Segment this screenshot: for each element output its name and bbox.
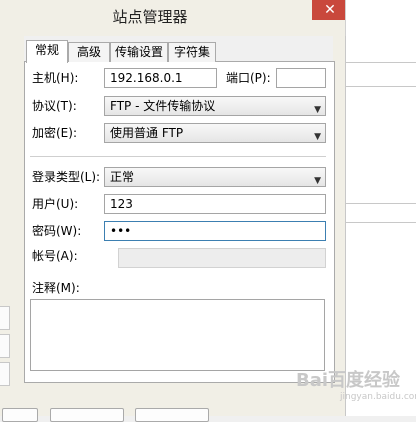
password-input[interactable]: ••• — [104, 221, 326, 241]
encryption-label: 加密(E): — [32, 126, 77, 140]
protocol-select[interactable]: FTP - 文件传输协议 ▼ — [104, 96, 326, 116]
background-divider — [345, 222, 416, 223]
notes-label: 注释(M): — [32, 281, 80, 295]
cancel-button[interactable] — [135, 408, 209, 422]
account-label: 帐号(A): — [32, 249, 78, 263]
ok-button[interactable] — [50, 408, 124, 422]
port-input[interactable] — [276, 68, 326, 88]
background-divider — [345, 203, 416, 204]
chevron-down-icon: ▼ — [314, 132, 321, 142]
host-input[interactable]: 192.168.0.1 — [104, 68, 217, 88]
logon-type-value: 正常 — [110, 170, 135, 184]
logon-type-select[interactable]: 正常 ▼ — [104, 167, 326, 187]
user-input[interactable]: 123 — [104, 194, 326, 214]
encryption-select[interactable]: 使用普通 FTP ▼ — [104, 123, 326, 143]
chevron-down-icon: ▼ — [314, 105, 321, 115]
watermark-url: jingyan.baidu.com — [340, 392, 416, 402]
site-list-button[interactable] — [0, 334, 10, 358]
protocol-label: 协议(T): — [32, 99, 77, 113]
tab-general[interactable]: 常规 — [26, 40, 68, 63]
left-frame — [0, 36, 24, 416]
host-label: 主机(H): — [32, 71, 79, 85]
site-list-button[interactable] — [0, 362, 10, 386]
protocol-value: FTP - 文件传输协议 — [110, 99, 216, 113]
connect-button[interactable] — [2, 408, 38, 422]
watermark-logo: Bai百度经验 — [296, 370, 401, 391]
window-title: 站点管理器 — [112, 8, 188, 26]
tab-transfer-settings[interactable]: 传输设置 — [110, 42, 168, 62]
site-list-button[interactable] — [0, 306, 10, 330]
background-divider — [345, 86, 416, 87]
chevron-down-icon: ▼ — [314, 176, 321, 186]
close-icon: ✕ — [324, 2, 336, 18]
user-label: 用户(U): — [32, 197, 79, 211]
section-divider — [30, 156, 326, 157]
password-label: 密码(W): — [32, 224, 82, 238]
background-divider — [345, 62, 416, 63]
encryption-value: 使用普通 FTP — [110, 126, 184, 140]
notes-textarea[interactable] — [30, 299, 325, 371]
tab-charset[interactable]: 字符集 — [168, 42, 216, 62]
account-input[interactable] — [118, 248, 326, 268]
close-button[interactable]: ✕ — [312, 0, 348, 20]
logon-type-label: 登录类型(L): — [32, 170, 101, 184]
port-label: 端口(P): — [226, 71, 271, 85]
tab-advanced[interactable]: 高级 — [68, 42, 110, 62]
